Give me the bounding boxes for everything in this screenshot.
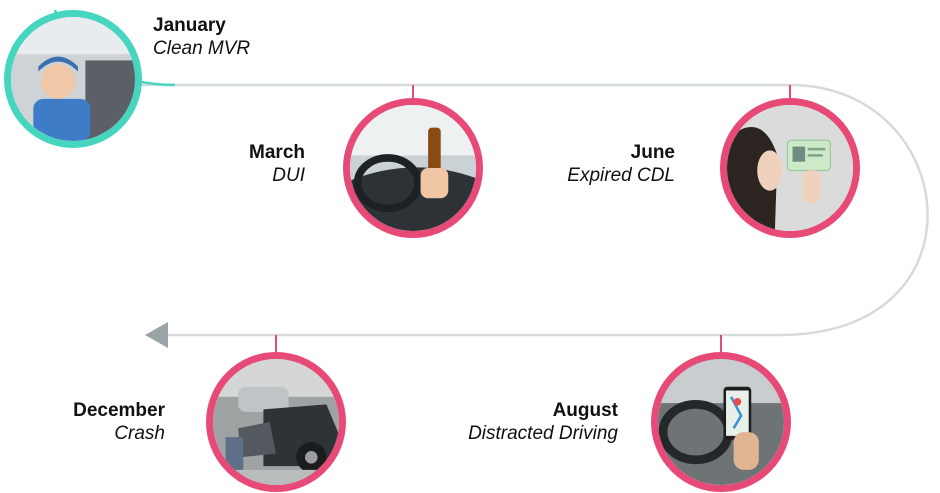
event-label: DUI — [272, 165, 305, 186]
label-december: December Crash — [45, 399, 165, 445]
label-august: August Distracted Driving — [418, 399, 618, 445]
arrow-head-icon — [145, 322, 168, 348]
month-label: December — [73, 400, 165, 421]
photo-january — [4, 10, 142, 148]
photo-june — [720, 98, 860, 238]
month-label: March — [249, 142, 305, 163]
event-label: Distracted Driving — [468, 423, 618, 444]
event-label: Expired CDL — [567, 165, 675, 186]
label-march: March DUI — [205, 141, 305, 187]
month-label: August — [552, 400, 618, 421]
photo-december — [206, 352, 346, 492]
event-label: Crash — [114, 423, 165, 444]
label-january: January Clean MVR — [153, 14, 250, 60]
month-label: June — [630, 142, 675, 163]
label-june: June Expired CDL — [525, 141, 675, 187]
photo-march — [343, 98, 483, 238]
month-label: January — [153, 15, 226, 36]
photo-august — [651, 352, 791, 492]
event-label: Clean MVR — [153, 38, 251, 59]
